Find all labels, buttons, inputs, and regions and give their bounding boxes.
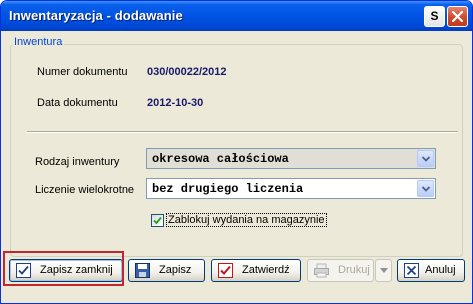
close-icon: [404, 263, 419, 278]
liczenie-wielokrotne-select[interactable]: bez drugiego liczenia: [146, 178, 436, 199]
floppy-disk-icon: [135, 263, 150, 278]
s-button[interactable]: S: [424, 6, 445, 27]
data-dokumentu-label: Data dokumentu: [37, 97, 118, 109]
numer-dokumentu-value: 030/00022/2012: [147, 66, 227, 78]
liczenie-wielokrotne-label: Liczenie wielokrotne: [35, 184, 135, 196]
checkmark-icon: [218, 263, 233, 278]
anuluj-button[interactable]: Anuluj: [397, 259, 465, 282]
group-title: Inwentura: [12, 36, 65, 48]
zapisz-label: Zapisz: [159, 264, 192, 276]
zablokuj-checkbox[interactable]: [151, 214, 164, 227]
anuluj-label: Anuluj: [425, 264, 456, 276]
zablokuj-checkbox-label[interactable]: Zablokuj wydania na magazynie: [166, 213, 327, 227]
printer-icon: [314, 263, 329, 278]
close-window-button[interactable]: [447, 6, 468, 27]
drukuj-button[interactable]: Drukuj: [307, 259, 374, 282]
separator: [27, 131, 458, 133]
chevron-down-icon[interactable]: [417, 150, 434, 167]
chevron-down-icon: [380, 268, 388, 273]
numer-dokumentu-label: Numer dokumentu: [37, 66, 128, 78]
chevron-down-icon[interactable]: [417, 180, 434, 197]
close-icon: [452, 11, 463, 22]
title-bar[interactable]: Inwentaryzacja - dodawanie S: [1, 1, 472, 31]
liczenie-wielokrotne-value: bez drugiego liczenia: [152, 182, 304, 196]
zatwierdz-label: Zatwierdź: [242, 264, 290, 276]
rodzaj-inwentury-value: okresowa całościowa: [152, 152, 289, 166]
highlight-box: [3, 251, 124, 286]
drukuj-dropdown-button[interactable]: [375, 259, 392, 282]
data-dokumentu-value: 2012-10-30: [147, 97, 204, 109]
checkmark-icon: [153, 216, 162, 225]
s-button-label: S: [430, 9, 439, 23]
zapisz-button[interactable]: Zapisz: [128, 259, 205, 282]
rodzaj-inwentury-label: Rodzaj inwentury: [35, 156, 120, 168]
drukuj-label: Drukuj: [338, 264, 370, 276]
window-title: Inwentaryzacja - dodawanie: [9, 8, 183, 23]
zatwierdz-button[interactable]: Zatwierdź: [211, 259, 301, 282]
rodzaj-inwentury-select[interactable]: okresowa całościowa: [146, 148, 436, 169]
